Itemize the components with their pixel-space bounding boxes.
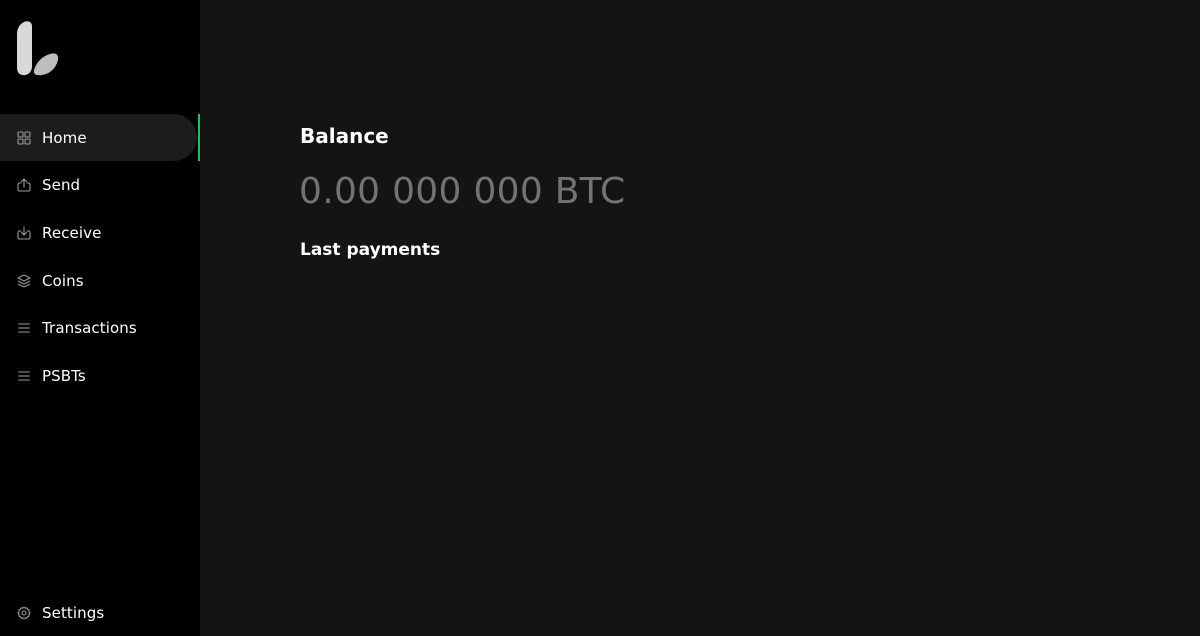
main-content: Balance 0.00 000 000 BTC Last payments [200,0,1200,636]
send-icon [17,178,31,192]
balance-amount: 0.00 000 000 BTC [299,171,626,212]
sidebar-item-label: PSBTs [42,366,86,385]
receive-icon [17,226,31,240]
sidebar-item-home[interactable]: Home [0,114,200,162]
sidebar-item-label: Home [42,128,87,147]
sidebar-nav: Home Send Receive Coins Transactions PSB… [0,114,200,400]
last-payments-title: Last payments [300,240,441,260]
sidebar-item-receive[interactable]: Receive [0,209,200,257]
app-window: Home Send Receive Coins Transactions PSB… [0,0,1200,636]
gear-icon [17,605,31,620]
sidebar-item-send[interactable]: Send [0,162,200,210]
sidebar-item-label: Send [42,176,81,195]
list-icon [17,321,31,335]
sidebar-item-label: Settings [42,603,105,622]
sidebar: Home Send Receive Coins Transactions PSB… [0,0,200,636]
sidebar-item-label: Coins [42,271,84,290]
sidebar-item-coins[interactable]: Coins [0,257,200,305]
sidebar-item-settings[interactable]: Settings [0,589,200,636]
sidebar-item-label: Receive [42,223,102,242]
list-icon [17,369,31,383]
sidebar-item-label: Transactions [42,319,137,338]
balance-title: Balance [300,124,389,148]
grid-icon [17,131,31,145]
coins-icon [17,274,31,288]
sidebar-item-transactions[interactable]: Transactions [0,304,200,352]
sidebar-item-psbts[interactable]: PSBTs [0,352,200,400]
app-logo[interactable] [16,20,60,76]
